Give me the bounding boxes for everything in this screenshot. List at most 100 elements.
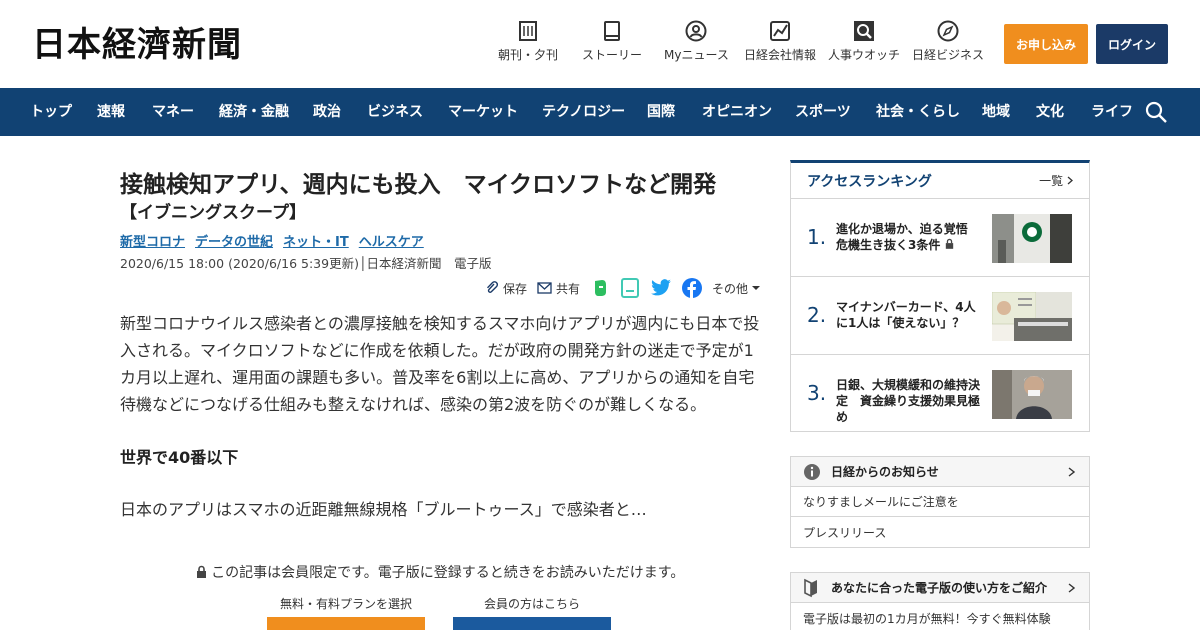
facebook-icon[interactable] [681,278,702,298]
rank-number: 3. [807,381,827,405]
guide-box: あなたに合った電子版の使い方をご紹介 電子版は最初の1カ月が無料！今すぐ無料体験 [790,572,1090,630]
rank-number: 2. [807,303,827,327]
member-label: 会員の方はこちら [484,597,581,611]
tag-link[interactable]: 新型コロナ [120,231,185,250]
nav-technology[interactable]: テクノロジー [542,88,625,136]
nav-politics[interactable]: 政治 [313,88,341,136]
rank-title: 進化か退場か、迫る覚悟 危機生き抜く3条件 [836,221,981,253]
nav-economy[interactable]: 経済・金融 [219,88,289,136]
subscribe-button[interactable]: お申し込み [1004,24,1088,64]
member-login-button[interactable] [453,617,611,630]
share-label: 共有 [555,281,580,296]
more-label: その他 [711,281,748,296]
lock-icon [196,565,206,578]
twitter-icon[interactable] [650,279,672,297]
ranking-thumbnail [992,370,1072,419]
newspaper-icon [519,21,537,41]
site-header: 日本経濟新聞 朝刊・夕刊 ストーリー Myニュース 日経会社情報 人事ウオッチ … [0,0,1200,88]
save-button[interactable]: 保存 [485,280,527,297]
notice-item[interactable]: プレスリリース [791,517,1089,547]
article-title: 接触検知アプリ、週内にも投入 マイクロソフトなど開発 [120,172,717,198]
story-icon [604,21,620,41]
tag-link[interactable]: データの世紀 [195,231,273,250]
header-nav-jinji[interactable]: 人事ウオッチ [828,20,900,62]
article-body: 新型コロナウイルス感染者との濃厚接触を検知するスマホ向けアプリが週内にも日本で投… [120,314,760,414]
header-nav-label: Myニュース [664,48,729,62]
tag-link[interactable]: ネット・IT [283,231,349,250]
nav-life[interactable]: ライフ [1091,88,1133,136]
user-icon [685,20,707,42]
ranking-header: アクセスランキング 一覧 [791,163,1089,199]
access-ranking: アクセスランキング 一覧 1. 進化か退場か、迫る覚悟 危機生き抜く3条件 2.… [790,160,1090,432]
more-share-button[interactable]: その他 [712,280,760,297]
article-teaser: 日本のアプリはスマホの近距離無線規格「ブルートゥース」で感染者と… [120,500,647,519]
plan-label: 無料・有料プランを選択 [280,597,413,611]
note-icon[interactable] [620,278,640,298]
plan-select-button[interactable] [267,617,425,630]
nav-region[interactable]: 地域 [982,88,1010,136]
header-nav-mynews[interactable]: Myニュース [664,20,729,62]
ranking-thumbnail [992,292,1072,341]
save-label: 保存 [502,281,527,296]
rank-title: 日銀、大規模緩和の維持決定 資金繰り支援効果見極め [836,378,981,424]
search-icon[interactable] [1144,100,1168,124]
ranking-more-link[interactable]: 一覧 [1039,172,1073,189]
clip-icon [486,281,498,293]
ranking-item[interactable]: 1. 進化か退場か、迫る覚悟 危機生き抜く3条件 [791,199,1089,277]
info-icon [804,463,820,480]
nav-news[interactable]: 速報 [97,88,125,136]
login-button[interactable]: ログイン [1096,24,1168,64]
guide-header[interactable]: あなたに合った電子版の使い方をご紹介 [791,573,1089,603]
ranking-item[interactable]: 3. 日銀、大規模緩和の維持決定 資金繰り支援効果見極め [791,355,1089,433]
nav-money[interactable]: マネー [152,88,194,136]
article-meta: 2020/6/15 18:00 (2020/6/16 5:39更新)│日本経済新… [120,256,492,271]
chevron-right-icon [1067,176,1073,185]
rank-number: 1. [807,225,827,249]
ranking-title: アクセスランキング [807,173,932,190]
nav-opinion[interactable]: オピニオン [702,88,772,136]
mail-icon [537,282,552,294]
nav-society[interactable]: 社会・くらし [876,88,960,136]
guide-text[interactable]: 電子版は最初の1カ月が無料！今すぐ無料体験 [791,603,1089,630]
nav-international[interactable]: 国際 [647,88,675,136]
notice-box: 日経からのお知らせ なりすましメールにご注意を プレスリリース [790,456,1090,548]
header-nav-label: 朝刊・夕刊 [498,48,559,62]
header-nav-company[interactable]: 日経会社情報 [744,20,816,62]
header-nav-business[interactable]: 日経ビジネス [912,20,984,62]
chevron-right-icon [1068,583,1075,593]
nav-market[interactable]: マーケット [448,88,518,136]
notice-item[interactable]: なりすましメールにご注意を [791,487,1089,517]
nav-culture[interactable]: 文化 [1036,88,1064,136]
compass-icon [937,20,959,42]
ranking-item[interactable]: 2. マイナンバーカード、4人に1人は「使えない」？ [791,277,1089,355]
header-nav-label: 日経ビジネス [912,48,985,62]
evernote-icon[interactable] [590,278,610,298]
header-nav-label: 人事ウオッチ [828,48,901,62]
article-subtitle: 【イブニングスクープ】 [120,203,306,223]
lock-icon [945,238,953,249]
share-button[interactable]: 共有 [537,280,580,297]
chevron-right-icon [1068,467,1075,477]
paywall-text: この記事は会員限定です。電子版に登録すると続きをお読みいただけます。 [211,565,685,581]
tag-link[interactable]: ヘルスケア [359,231,424,250]
search-person-icon [854,21,874,41]
chart-icon [770,21,790,41]
ranking-thumbnail [992,214,1072,263]
notice-header[interactable]: 日経からのお知らせ [791,457,1089,487]
guide-icon [804,578,817,597]
article-section-heading: 世界で40番以下 [120,448,239,467]
nav-top[interactable]: トップ [30,88,72,136]
header-nav-story[interactable]: ストーリー [582,20,642,62]
site-logo[interactable]: 日本経濟新聞 [32,26,242,64]
rank-title: マイナンバーカード、4人に1人は「使えない」？ [836,300,976,330]
rank-title-text: 進化か退場か、迫る覚悟 危機生き抜く3条件 [836,222,980,252]
nav-business[interactable]: ビジネス [367,88,423,136]
nav-sports[interactable]: スポーツ [795,88,851,136]
header-nav-label: ストーリー [582,48,643,62]
caret-down-icon [752,286,760,290]
guide-title: あなたに合った電子版の使い方をご紹介 [831,581,1048,595]
share-bar: 保存 共有 その他 [485,278,760,298]
paywall-notice: この記事は会員限定です。電子版に登録すると続きをお読みいただけます。 [120,562,760,582]
header-nav-paper[interactable]: 朝刊・夕刊 [498,20,558,62]
notice-title: 日経からのお知らせ [831,465,939,479]
